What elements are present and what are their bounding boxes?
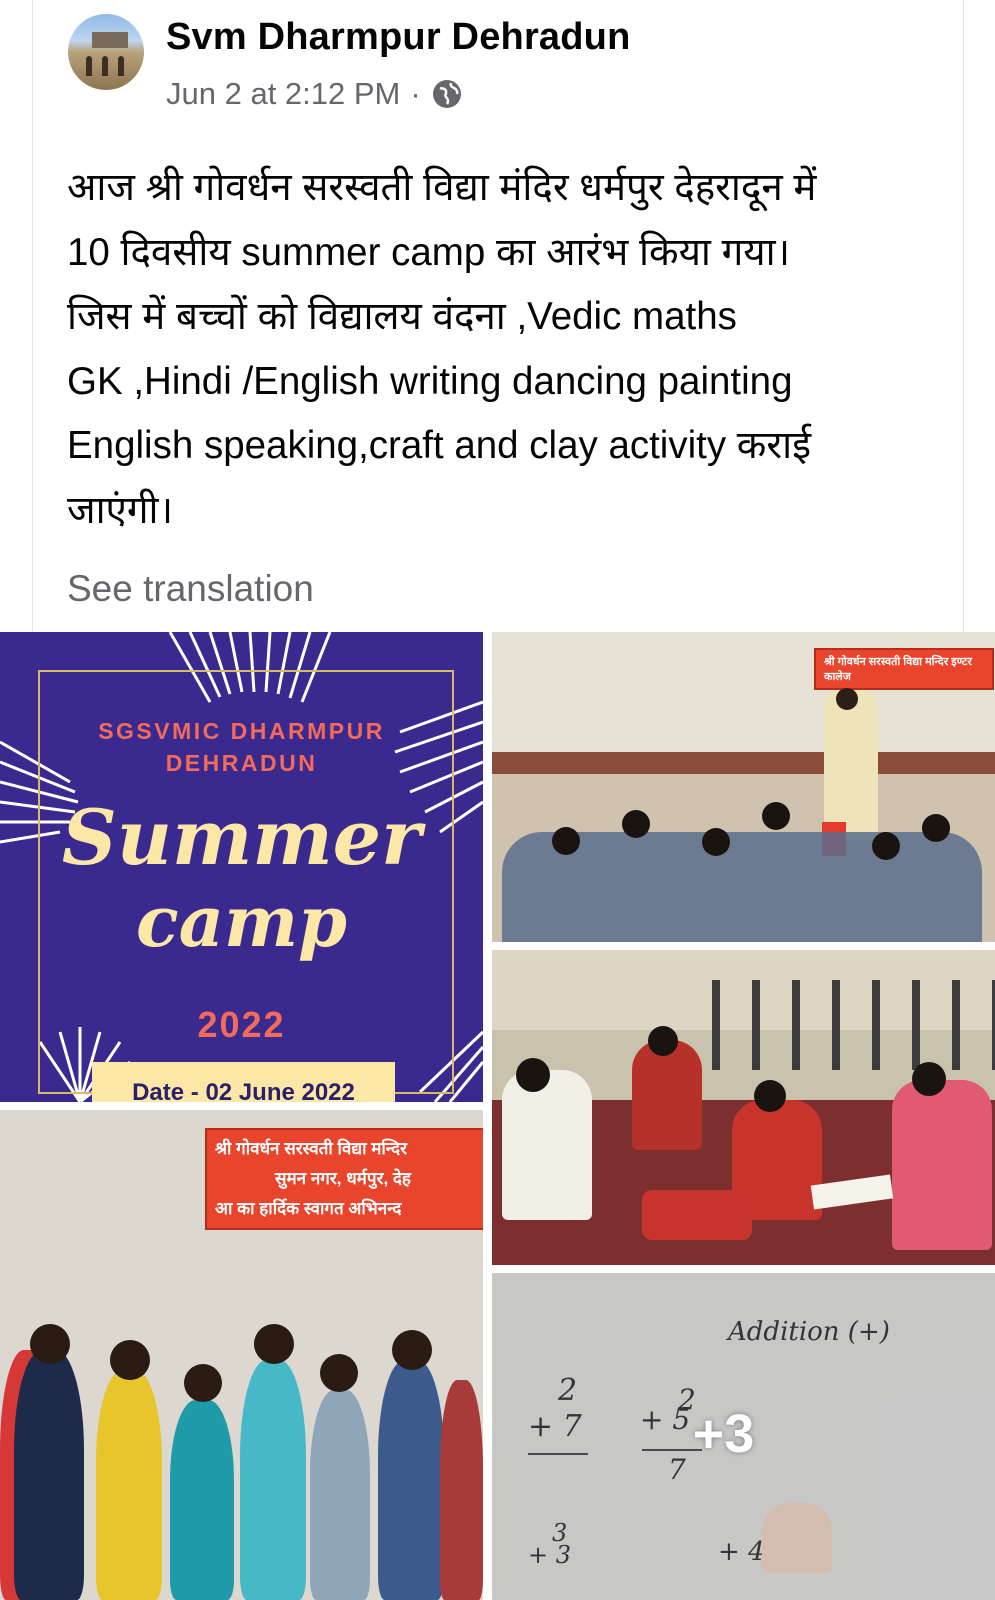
- globe-icon[interactable]: [431, 78, 463, 110]
- child-head: [320, 1354, 358, 1392]
- avatar-person: [118, 56, 124, 76]
- child-head: [184, 1364, 222, 1402]
- poster-year: 2022: [197, 1004, 286, 1045]
- school-banner: श्री गोवर्धन सरस्वती विद्या मन्दिर इण्टर…: [814, 648, 994, 690]
- banner-line: श्री गोवर्धन सरस्वती विद्या मन्दिर: [215, 1139, 408, 1158]
- photo-poster[interactable]: SGSVMIC DHARMPUR DEHRADUN Summer camp 20…: [0, 632, 483, 1102]
- avatar-building: [92, 32, 128, 48]
- page-avatar[interactable]: [68, 14, 144, 90]
- school-bag: [642, 1190, 752, 1240]
- teacher-head: [836, 688, 858, 710]
- poster-date: Date - 02 June 2022: [92, 1062, 395, 1102]
- child-figure: [440, 1380, 483, 1600]
- wall-stripe: [492, 752, 995, 774]
- poster-city: DEHRADUN: [165, 750, 318, 776]
- child-head: [922, 814, 950, 842]
- child-figure: [96, 1370, 162, 1600]
- more-photos-count[interactable]: +3: [693, 1403, 755, 1465]
- banner-line: सुमन नगर, धर्मपुर, देह: [275, 1169, 411, 1188]
- child-head: [762, 802, 790, 830]
- child-head: [392, 1330, 432, 1370]
- post-text: आज श्री गोवर्धन सरस्वती विद्या मंदिर धर्…: [67, 166, 817, 532]
- child-head: [516, 1058, 550, 1092]
- child-figure: [240, 1360, 306, 1600]
- post-meta: Jun 2 at 2:12 PM ·: [166, 76, 463, 112]
- poster-title-camp: camp: [136, 880, 347, 963]
- more-photos-overlay[interactable]: +3: [492, 1273, 995, 1600]
- banner-line: आ का हार्दिक स्वागत अभिनन्द: [215, 1199, 402, 1218]
- child-head: [648, 1026, 678, 1056]
- post-timestamp[interactable]: Jun 2 at 2:12 PM: [166, 76, 400, 112]
- child-figure: [378, 1360, 444, 1600]
- child-head: [30, 1324, 70, 1364]
- child-figure: [170, 1400, 234, 1600]
- poster-title-summer: Summer: [61, 793, 422, 882]
- teacher-figure: [824, 690, 878, 840]
- child-figure: [502, 1070, 592, 1220]
- child-head: [912, 1062, 946, 1096]
- avatar-person: [102, 56, 108, 76]
- child-head: [110, 1340, 150, 1380]
- child-head: [254, 1324, 294, 1364]
- child-figure: [14, 1350, 84, 1600]
- welcome-banner: श्री गोवर्धन सरस्वती विद्या मन्दिर सुमन …: [205, 1128, 483, 1230]
- photo-children-drawing[interactable]: [492, 950, 995, 1265]
- child-head: [622, 810, 650, 838]
- child-figure: [632, 1040, 702, 1150]
- child-figure: [310, 1390, 370, 1600]
- author-name[interactable]: Svm Dharmpur Dehradun: [166, 16, 631, 59]
- photo-classroom-teacher[interactable]: श्री गोवर्धन सरस्वती विद्या मन्दिर इण्टर…: [492, 632, 995, 942]
- poster-school-name: SGSVMIC DHARMPUR: [98, 718, 385, 744]
- child-head: [702, 828, 730, 856]
- child-figure: [892, 1080, 992, 1250]
- child-head: [552, 827, 580, 855]
- avatar-person: [86, 56, 92, 76]
- meta-separator: ·: [410, 76, 421, 111]
- child-head: [754, 1080, 786, 1112]
- photo-cheering-kids[interactable]: श्री गोवर्धन सरस्वती विद्या मन्दिर सुमन …: [0, 1110, 483, 1600]
- see-translation-link[interactable]: See translation: [67, 568, 314, 610]
- photo-whiteboard-more[interactable]: Addition (+) 2 + 7 2 + 5 7 3 + 3 + 4 +3: [492, 1273, 995, 1600]
- child-head: [872, 832, 900, 860]
- chairs-row: [712, 980, 995, 1070]
